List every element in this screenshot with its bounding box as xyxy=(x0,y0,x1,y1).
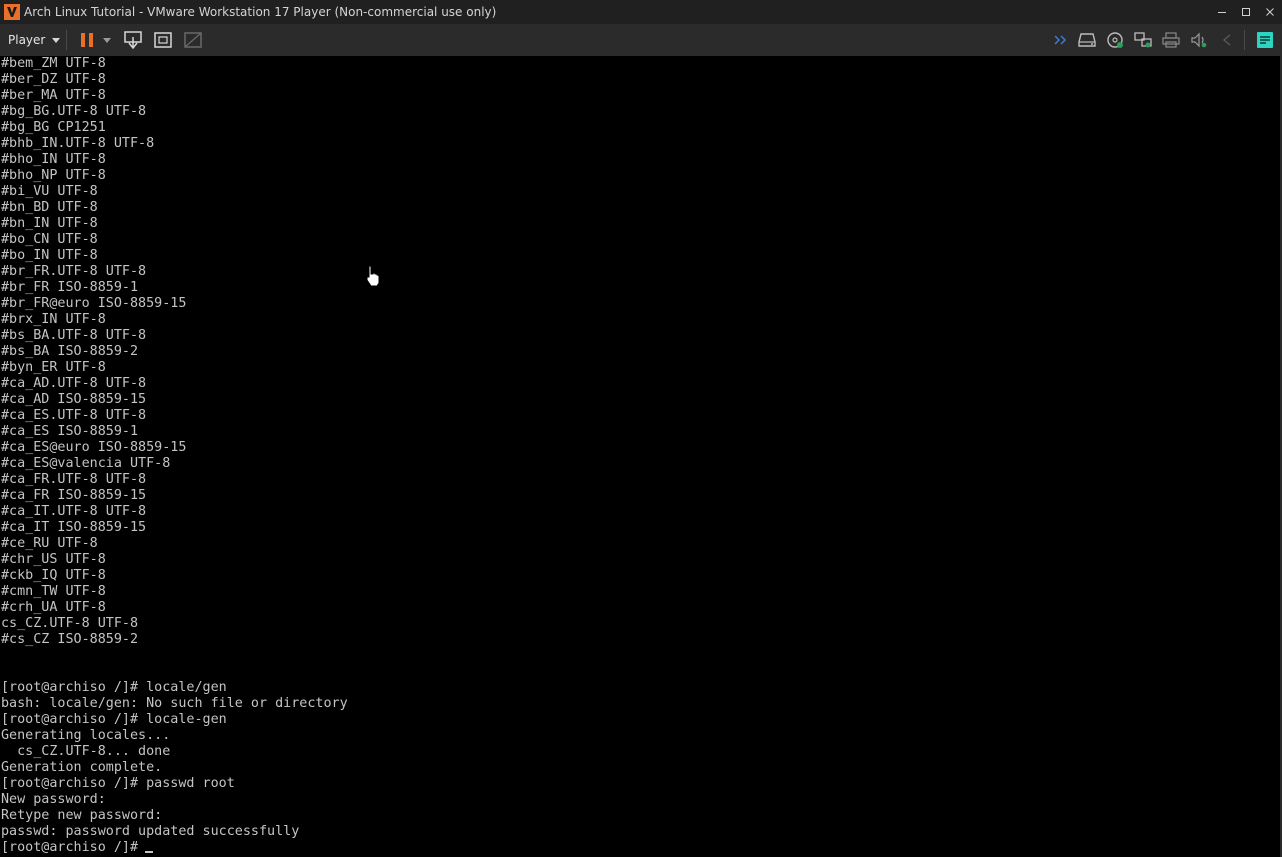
terminal-line: #bo_CN UTF-8 xyxy=(1,232,98,247)
terminal-line: #ber_DZ UTF-8 xyxy=(1,72,106,87)
send-ctrl-alt-del-button[interactable] xyxy=(121,28,145,52)
vmware-player-window: Arch Linux Tutorial - VMware Workstation… xyxy=(0,0,1282,857)
terminal-line: New password: xyxy=(1,792,106,807)
pause-icon xyxy=(81,33,93,47)
maximize-button[interactable] xyxy=(1234,0,1258,24)
terminal-line: #bg_BG CP1251 xyxy=(1,120,106,135)
message-log-icon xyxy=(1257,32,1273,48)
close-icon xyxy=(1266,8,1274,16)
terminal-line: #ca_IT ISO-8859-15 xyxy=(1,520,147,535)
toolbar-separator xyxy=(66,30,67,50)
terminal-line: #bn_IN UTF-8 xyxy=(1,216,98,231)
terminal-line: [root@archiso /]# xyxy=(1,840,147,855)
terminal-line: #bo_IN UTF-8 xyxy=(1,248,98,263)
cd-drive-icon xyxy=(1107,32,1123,48)
unity-icon xyxy=(184,32,202,48)
sound-icon xyxy=(1191,32,1207,48)
terminal-line: #bem_ZM UTF-8 xyxy=(1,56,106,71)
terminal-line: #cmn_TW UTF-8 xyxy=(1,584,106,599)
player-menu-label: Player xyxy=(8,33,46,47)
terminal-line: #ca_FR ISO-8859-15 xyxy=(1,488,147,503)
chevron-down-icon xyxy=(52,37,61,43)
terminal-line: #ca_ES@euro ISO-8859-15 xyxy=(1,440,187,455)
window-controls xyxy=(1210,0,1282,24)
terminal-line: #bho_NP UTF-8 xyxy=(1,168,106,183)
terminal-line: passwd: password updated successfully xyxy=(1,824,300,839)
minimize-button[interactable] xyxy=(1210,0,1234,24)
printer-button[interactable] xyxy=(1159,28,1183,52)
fullscreen-button[interactable] xyxy=(151,28,175,52)
terminal-line: #ca_ES@valencia UTF-8 xyxy=(1,456,171,471)
terminal-line: #bs_BA.UTF-8 UTF-8 xyxy=(1,328,147,343)
terminal-line: #cs_CZ ISO-8859-2 xyxy=(1,632,139,647)
network-adapter-icon xyxy=(1134,32,1152,48)
terminal-line: #ca_FR.UTF-8 UTF-8 xyxy=(1,472,147,487)
terminal-line: #br_FR@euro ISO-8859-15 xyxy=(1,296,187,311)
player-menu-button[interactable]: Player xyxy=(0,28,62,52)
printer-icon xyxy=(1162,32,1180,48)
cd-drive-button[interactable] xyxy=(1103,28,1127,52)
double-chevron-icon xyxy=(1054,35,1067,45)
terminal-line: [root@archiso /]# locale-gen xyxy=(1,712,227,727)
message-log-button[interactable] xyxy=(1253,28,1277,52)
hard-disk-button[interactable] xyxy=(1075,28,1099,52)
terminal-line: cs_CZ.UTF-8 UTF-8 xyxy=(1,616,139,631)
terminal-line: #br_FR ISO-8859-1 xyxy=(1,280,139,295)
terminal-line: #ber_MA UTF-8 xyxy=(1,88,106,103)
terminal-line: #crh_UA UTF-8 xyxy=(1,600,106,615)
vmware-app-icon xyxy=(4,4,20,20)
toolbar-separator xyxy=(1244,30,1245,50)
terminal-line: #brx_IN UTF-8 xyxy=(1,312,106,327)
fullscreen-icon xyxy=(154,32,172,48)
terminal-line: #bhb_IN.UTF-8 UTF-8 xyxy=(1,136,155,151)
terminal-line: #ce_RU UTF-8 xyxy=(1,536,98,551)
network-adapter-button[interactable] xyxy=(1131,28,1155,52)
terminal-line: #bn_BD UTF-8 xyxy=(1,200,98,215)
more-devices-button[interactable] xyxy=(1051,28,1071,52)
send-ctrl-alt-del-icon xyxy=(124,31,142,49)
vm-console-screen[interactable]: #bem_ZM UTF-8 #ber_DZ UTF-8 #ber_MA UTF-… xyxy=(0,56,1282,857)
dropdown-icon xyxy=(103,37,111,43)
usb-icon xyxy=(1222,34,1231,46)
sound-button[interactable] xyxy=(1187,28,1211,52)
terminal-line: #br_FR.UTF-8 UTF-8 xyxy=(1,264,147,279)
window-title: Arch Linux Tutorial - VMware Workstation… xyxy=(24,5,497,19)
pause-button[interactable] xyxy=(77,28,97,52)
terminal-line: #bho_IN UTF-8 xyxy=(1,152,106,167)
terminal-line: Generation complete. xyxy=(1,760,163,775)
terminal-line: #bs_BA ISO-8859-2 xyxy=(1,344,139,359)
terminal-line: #ckb_IQ UTF-8 xyxy=(1,568,106,583)
terminal-line: [root@archiso /]# passwd root xyxy=(1,776,235,791)
maximize-icon xyxy=(1242,8,1250,16)
usb-button[interactable] xyxy=(1215,28,1239,52)
player-toolbar: Player xyxy=(0,24,1282,57)
title-bar: Arch Linux Tutorial - VMware Workstation… xyxy=(0,0,1282,24)
text-cursor xyxy=(145,851,153,853)
terminal-line: bash: locale/gen: No such file or direct… xyxy=(1,696,348,711)
power-options-dropdown[interactable] xyxy=(101,28,113,52)
terminal-line: #ca_ES ISO-8859-1 xyxy=(1,424,139,439)
terminal-line: [root@archiso /]# locale/gen xyxy=(1,680,227,695)
terminal-line: #bg_BG.UTF-8 UTF-8 xyxy=(1,104,147,119)
terminal-line: #byn_ER UTF-8 xyxy=(1,360,106,375)
terminal-output: #bem_ZM UTF-8 #ber_DZ UTF-8 #ber_MA UTF-… xyxy=(1,56,348,856)
terminal-line: #ca_IT.UTF-8 UTF-8 xyxy=(1,504,147,519)
terminal-line: #bi_VU UTF-8 xyxy=(1,184,98,199)
terminal-line: cs_CZ.UTF-8... done xyxy=(1,744,171,759)
hand-pointer-icon xyxy=(366,265,380,287)
terminal-line: Generating locales... xyxy=(1,728,171,743)
terminal-line: #ca_AD.UTF-8 UTF-8 xyxy=(1,376,147,391)
terminal-line: #ca_ES.UTF-8 UTF-8 xyxy=(1,408,147,423)
terminal-line: #chr_US UTF-8 xyxy=(1,552,106,567)
close-button[interactable] xyxy=(1258,0,1282,24)
unity-button[interactable] xyxy=(181,28,205,52)
terminal-line: #ca_AD ISO-8859-15 xyxy=(1,392,147,407)
minimize-icon xyxy=(1218,12,1226,13)
terminal-line: Retype new password: xyxy=(1,808,163,823)
hard-disk-icon xyxy=(1078,33,1096,47)
